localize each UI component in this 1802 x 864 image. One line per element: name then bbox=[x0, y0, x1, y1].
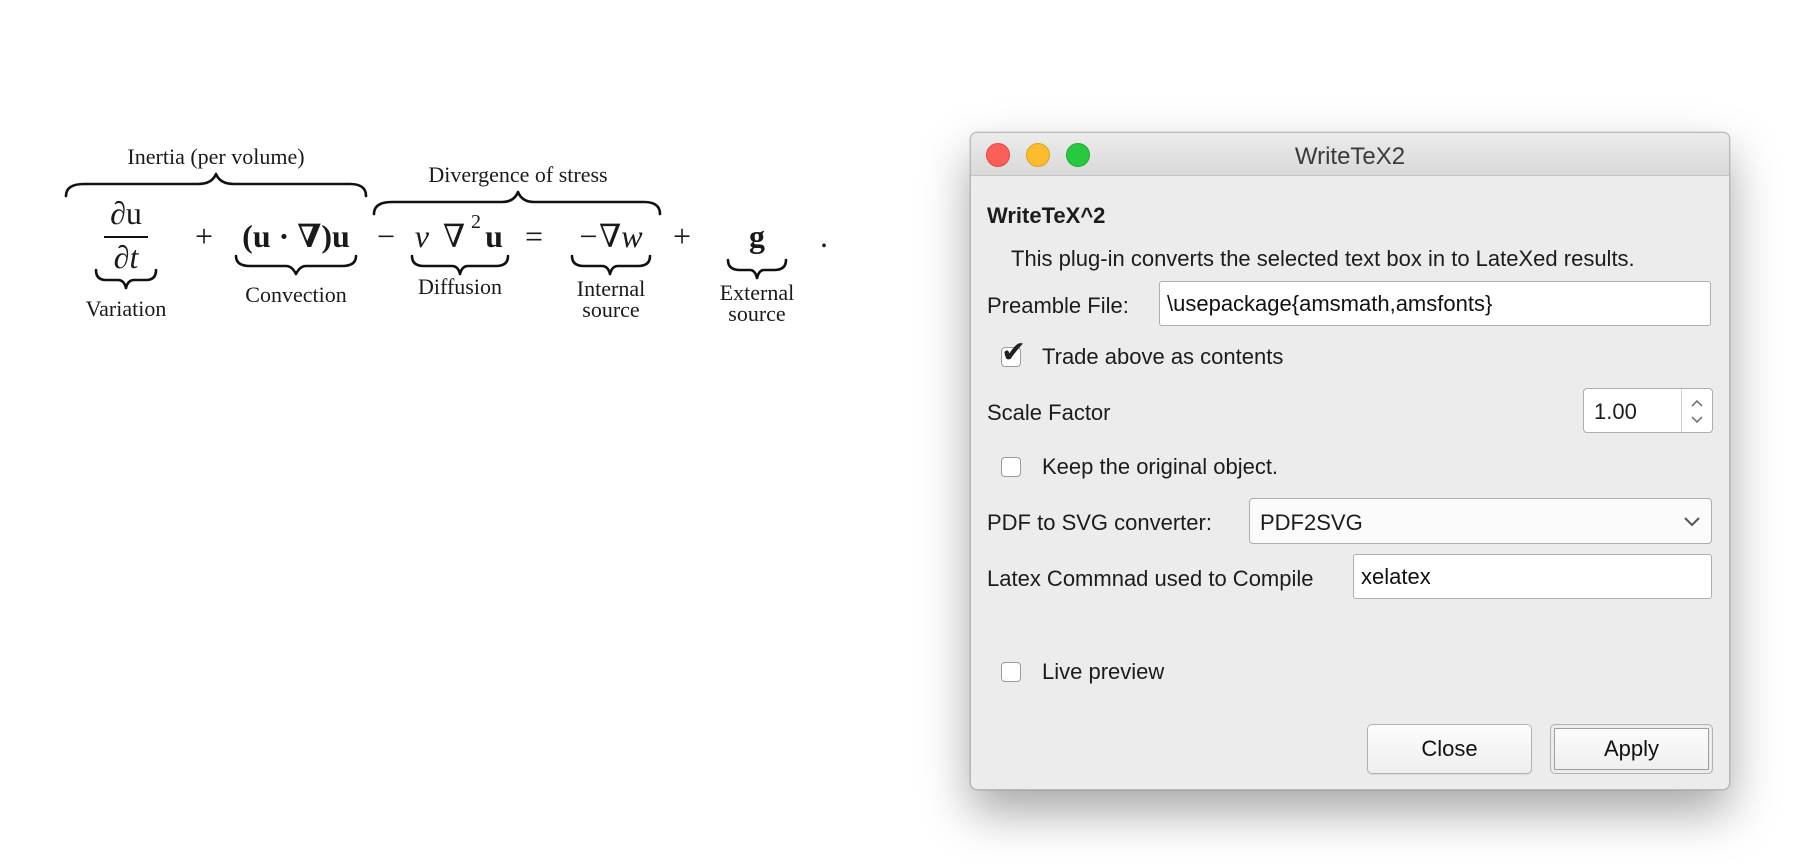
overbrace-inertia bbox=[64, 172, 368, 198]
term-partial-u: ∂u bbox=[110, 195, 142, 231]
live-preview-label: Live preview bbox=[1042, 659, 1165, 684]
underbrace-external bbox=[726, 258, 788, 280]
plugin-description: This plug-in converts the selected text … bbox=[1011, 246, 1635, 271]
term-nabla: ∇ bbox=[443, 218, 465, 254]
live-preview-checkbox[interactable] bbox=[1001, 662, 1021, 682]
operator-plus-1: + bbox=[195, 218, 213, 254]
plugin-heading: WriteTeX^2 bbox=[987, 203, 1106, 228]
writetex-dialog: WriteTeX2 WriteTeX^2 This plug-in conver… bbox=[970, 132, 1730, 790]
checkmark-icon: ✔ bbox=[1001, 335, 1027, 370]
term-squared: 2 bbox=[471, 211, 481, 233]
scale-factor-label: Scale Factor bbox=[987, 400, 1111, 425]
operator-minus: − bbox=[377, 218, 395, 254]
navier-stokes-equation: Inertia (per volume) Divergence of stres… bbox=[64, 144, 828, 326]
term-diffusion-u: u bbox=[485, 218, 503, 254]
converter-dropdown[interactable]: PDF2SVG bbox=[1249, 498, 1712, 544]
term-gravity: g bbox=[749, 218, 765, 254]
term-internal-source: −∇w bbox=[577, 218, 643, 254]
keep-original-label: Keep the original object. bbox=[1042, 454, 1279, 479]
latex-command-input[interactable]: xelatex bbox=[1353, 554, 1712, 599]
label-variation: Variation bbox=[86, 296, 167, 321]
underbrace-convection bbox=[234, 254, 358, 276]
stepper-up-icon[interactable] bbox=[1691, 399, 1703, 407]
dialog-content: WriteTeX^2 This plug-in converts the sel… bbox=[971, 176, 1729, 789]
underbrace-diffusion bbox=[410, 254, 510, 276]
term-convection: (u · ∇)u bbox=[242, 218, 350, 254]
title-bar[interactable]: WriteTeX2 bbox=[971, 133, 1729, 176]
trade-above-label: Trade above as contents bbox=[1042, 344, 1284, 369]
label-inertia: Inertia (per volume) bbox=[127, 144, 304, 169]
converter-selected-value: PDF2SVG bbox=[1260, 510, 1363, 535]
window-title: WriteTeX2 bbox=[1294, 143, 1406, 170]
label-diffusion: Diffusion bbox=[418, 274, 502, 299]
operator-plus-2: + bbox=[673, 218, 691, 254]
label-internal-line2: source bbox=[582, 297, 639, 322]
preamble-label: Preamble File: bbox=[987, 293, 1129, 318]
latex-command-label: Latex Commnad used to Compile bbox=[987, 566, 1314, 591]
underbrace-internal bbox=[570, 254, 652, 276]
operator-equals: = bbox=[525, 218, 543, 254]
keep-original-checkbox[interactable] bbox=[1001, 457, 1021, 477]
trade-above-checkbox[interactable]: ✔ bbox=[1001, 338, 1026, 368]
stepper-arrows[interactable] bbox=[1681, 389, 1712, 432]
scale-factor-spinbox[interactable]: 1.00 bbox=[1583, 388, 1713, 433]
label-divergence: Divergence of stress bbox=[428, 162, 607, 187]
converter-label: PDF to SVG converter: bbox=[987, 510, 1212, 535]
label-convection: Convection bbox=[245, 282, 346, 307]
apply-button[interactable]: Apply bbox=[1550, 724, 1713, 774]
scale-factor-value: 1.00 bbox=[1594, 399, 1637, 424]
term-nu: ν bbox=[415, 218, 430, 254]
chevron-down-icon bbox=[1684, 517, 1700, 527]
term-partial-t: ∂t bbox=[114, 239, 140, 275]
overbrace-divergence bbox=[372, 190, 662, 216]
label-external-line2: source bbox=[728, 301, 785, 326]
latex-equation-canvas: Inertia (per volume) Divergence of stres… bbox=[0, 0, 900, 400]
close-button[interactable]: Close bbox=[1367, 724, 1532, 774]
stepper-down-icon[interactable] bbox=[1691, 416, 1703, 424]
period: . bbox=[820, 218, 828, 254]
preamble-file-input[interactable]: \usepackage{amsmath,amsfonts} bbox=[1159, 281, 1711, 326]
